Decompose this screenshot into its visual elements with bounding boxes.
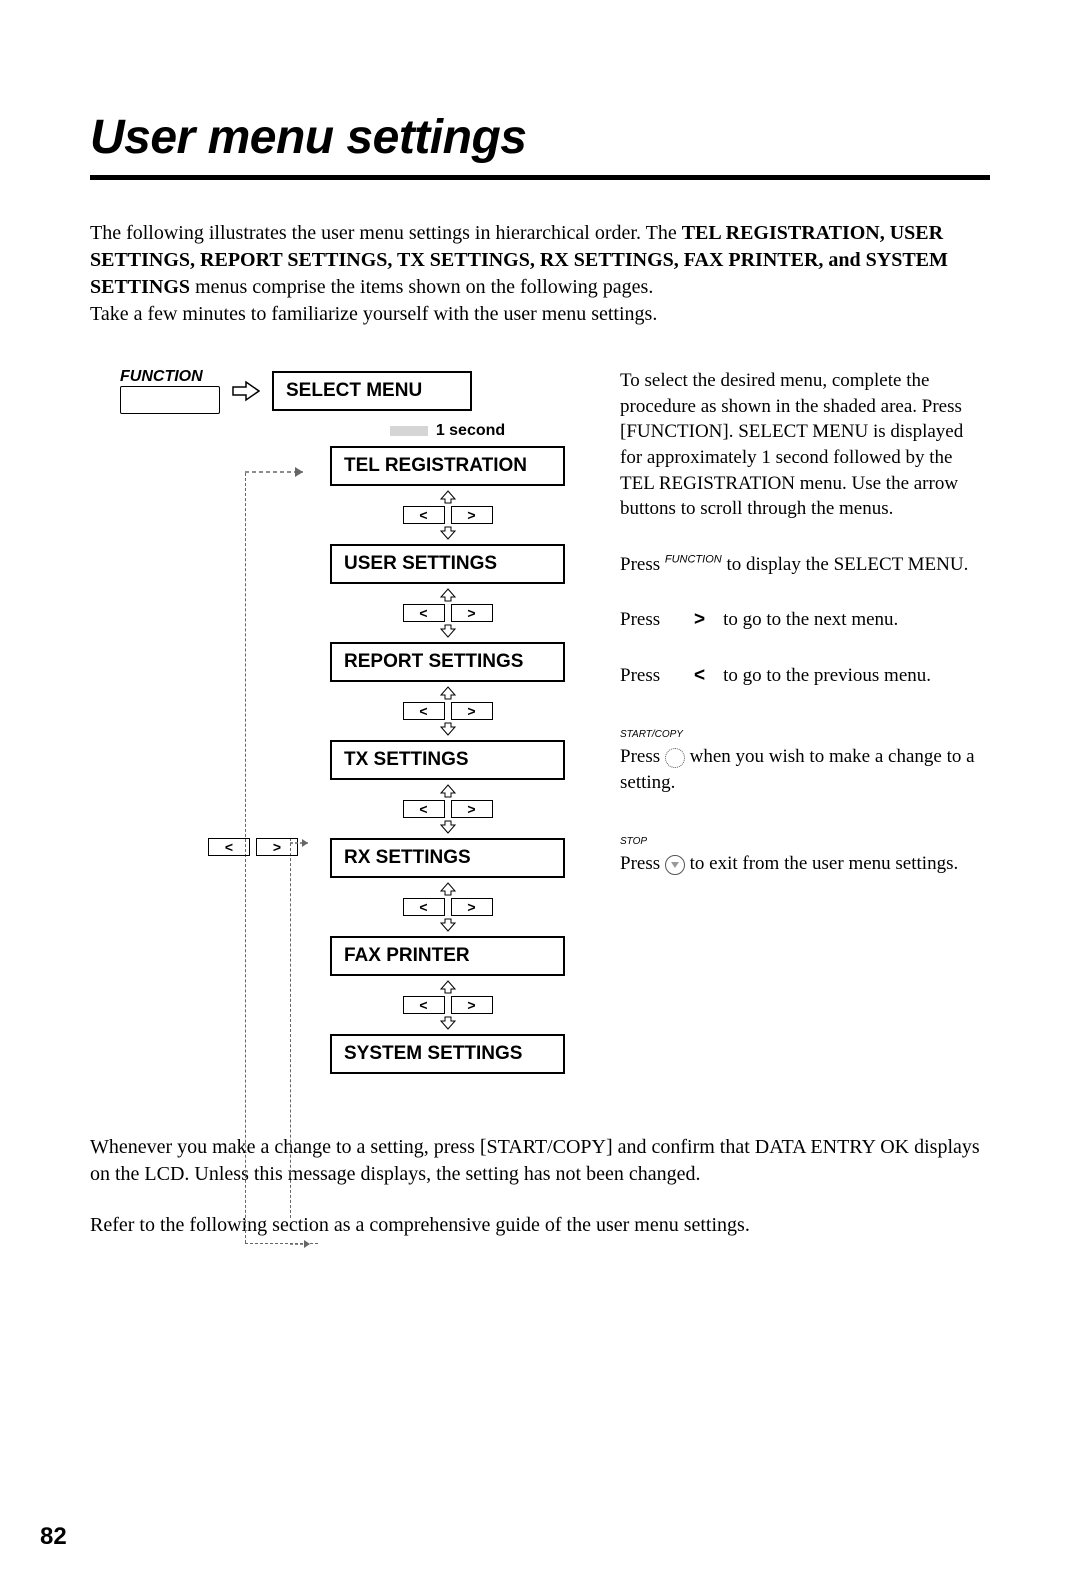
arrow-up-icon	[440, 490, 456, 504]
triangle-down-icon	[671, 862, 679, 868]
arrow-up-icon	[440, 784, 456, 798]
arrow-down-icon	[440, 722, 456, 736]
menu-report-settings: REPORT SETTINGS	[330, 642, 565, 682]
press-prev-line: Press < to go to the previous menu.	[620, 663, 990, 689]
arrow-down-icon	[440, 624, 456, 638]
press-next-line: Press > to go to the next menu.	[620, 607, 990, 633]
intro-line2: Take a few minutes to familiarize yourse…	[90, 303, 657, 325]
menu-system-settings: SYSTEM SETTINGS	[330, 1034, 565, 1074]
arrow-down-icon	[440, 526, 456, 540]
footer-p1: Whenever you make a change to a setting,…	[90, 1134, 990, 1188]
menu-tx-settings: TX SETTINGS	[330, 740, 565, 780]
arrow-up-icon	[440, 686, 456, 700]
arrow-down-icon	[440, 1016, 456, 1030]
page-number: 82	[40, 1523, 67, 1551]
menu-tel-registration: TEL REGISTRATION	[330, 446, 565, 486]
intro-paragraph: The following illustrates the user menu …	[90, 220, 990, 328]
right-button[interactable]: >	[451, 996, 493, 1014]
function-super-label: FUNCTION	[665, 554, 722, 566]
function-row: FUNCTION SELECT MENU	[120, 368, 580, 414]
instructions-p2: Press FUNCTION to display the SELECT MEN…	[620, 552, 990, 578]
instructions-p1: To select the desired menu, complete the…	[620, 368, 990, 522]
arrow-down-icon	[440, 918, 456, 932]
menu-column: 1 second TEL REGISTRATION < > USER SETTI…	[315, 414, 580, 1074]
content-columns: < > FUNCTION SELECT MENU	[90, 368, 990, 1074]
start-copy-label: START/COPY	[620, 728, 683, 742]
arrow-up-icon	[440, 980, 456, 994]
left-button[interactable]: <	[403, 702, 445, 720]
prev-text: to go to the previous menu.	[723, 663, 931, 689]
left-button[interactable]: <	[403, 996, 445, 1014]
arrow-down-icon	[440, 820, 456, 834]
function-key[interactable]	[120, 386, 220, 414]
smudge-icon	[390, 426, 428, 436]
title-rule	[90, 175, 990, 180]
loop-left-button[interactable]: <	[208, 838, 250, 856]
nav-between-5: < >	[403, 882, 493, 932]
right-button[interactable]: >	[451, 800, 493, 818]
manual-page: User menu settings The following illustr…	[0, 0, 1080, 1585]
intro-post: menus comprise the items shown on the fo…	[190, 276, 653, 298]
left-button[interactable]: <	[403, 604, 445, 622]
loop-bottom-arrow	[290, 1236, 320, 1252]
press-stop-line: STOP Press to exit from the user menu se…	[620, 826, 990, 877]
press-start-line: START/COPY Press when you wish to make a…	[620, 719, 990, 796]
footer-p2: Refer to the following section as a comp…	[90, 1212, 990, 1239]
next-key-glyph: >	[694, 607, 705, 633]
menu-fax-printer: FAX PRINTER	[330, 936, 565, 976]
right-button[interactable]: >	[451, 604, 493, 622]
function-key-block: FUNCTION	[120, 368, 220, 414]
prev-key-glyph: <	[694, 663, 705, 689]
instructions-column: To select the desired menu, complete the…	[620, 368, 990, 907]
start-copy-button-icon	[665, 748, 685, 768]
guideline-top-arrow	[245, 463, 317, 481]
nav-between-3: < >	[403, 686, 493, 736]
function-label: FUNCTION	[120, 368, 220, 386]
left-button[interactable]: <	[403, 800, 445, 818]
nav-between-2: < >	[403, 588, 493, 638]
menu-user-settings: USER SETTINGS	[330, 544, 565, 584]
menu-rx-settings: RX SETTINGS	[330, 838, 565, 878]
press-word: Press	[620, 607, 676, 633]
right-button[interactable]: >	[451, 898, 493, 916]
nav-between-4: < >	[403, 784, 493, 834]
right-arrow-icon	[232, 380, 260, 402]
stop-label: STOP	[620, 835, 647, 849]
loop-enter-arrow	[290, 834, 318, 852]
page-title: User menu settings	[90, 110, 990, 165]
select-menu-box: SELECT MENU	[272, 371, 472, 411]
guideline-loop-v	[290, 838, 291, 1218]
arrow-up-icon	[440, 588, 456, 602]
loop-left-right-buttons: < >	[208, 838, 298, 856]
left-button[interactable]: <	[403, 506, 445, 524]
right-button[interactable]: >	[451, 702, 493, 720]
right-button[interactable]: >	[451, 506, 493, 524]
nav-between-1: < >	[403, 490, 493, 540]
guideline-vertical	[245, 473, 246, 1243]
press-word: Press	[620, 663, 676, 689]
left-button[interactable]: <	[403, 898, 445, 916]
one-second-label: 1 second	[390, 422, 505, 440]
arrow-up-icon	[440, 882, 456, 896]
intro-pre: The following illustrates the user menu …	[90, 222, 682, 244]
nav-between-6: < >	[403, 980, 493, 1030]
one-second-text: 1 second	[436, 422, 505, 439]
menu-flowchart: < > FUNCTION SELECT MENU	[90, 368, 580, 1074]
next-text: to go to the next menu.	[723, 607, 898, 633]
stop-button-icon	[665, 855, 685, 875]
